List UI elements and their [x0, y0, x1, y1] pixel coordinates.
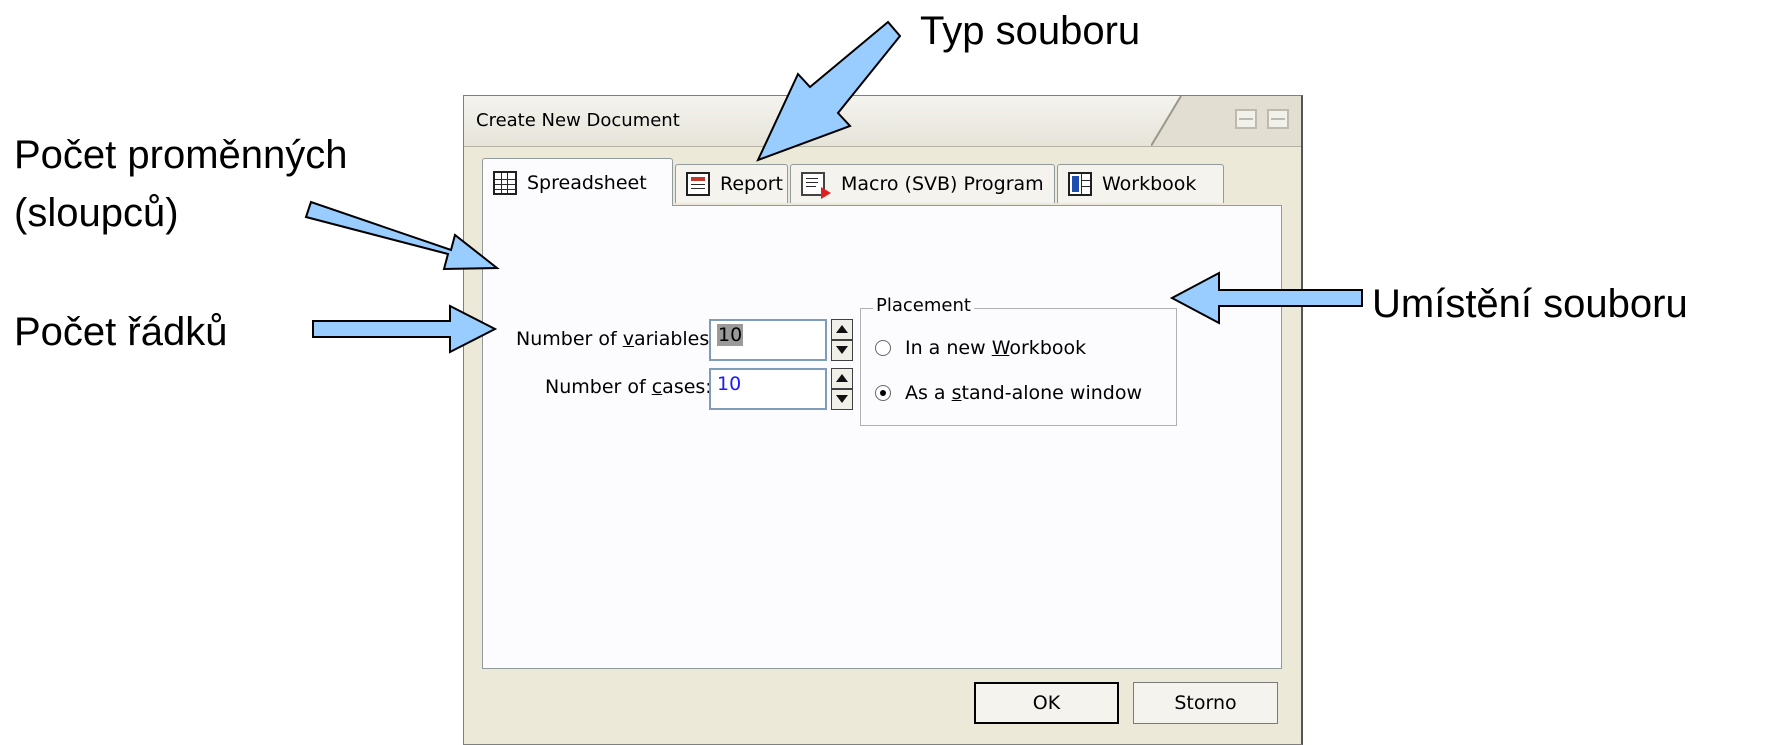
tab-spreadsheet[interactable]: Spreadsheet	[482, 158, 673, 206]
arrow-to-cases	[312, 304, 498, 354]
arrow-to-variables	[304, 200, 500, 271]
spreadsheet-icon	[493, 170, 517, 195]
callout-arrows	[304, 20, 1363, 354]
arrow-to-placement	[1169, 271, 1363, 325]
arrow-to-tab-type	[756, 20, 902, 162]
tab-spreadsheet-label: Spreadsheet	[527, 171, 647, 194]
